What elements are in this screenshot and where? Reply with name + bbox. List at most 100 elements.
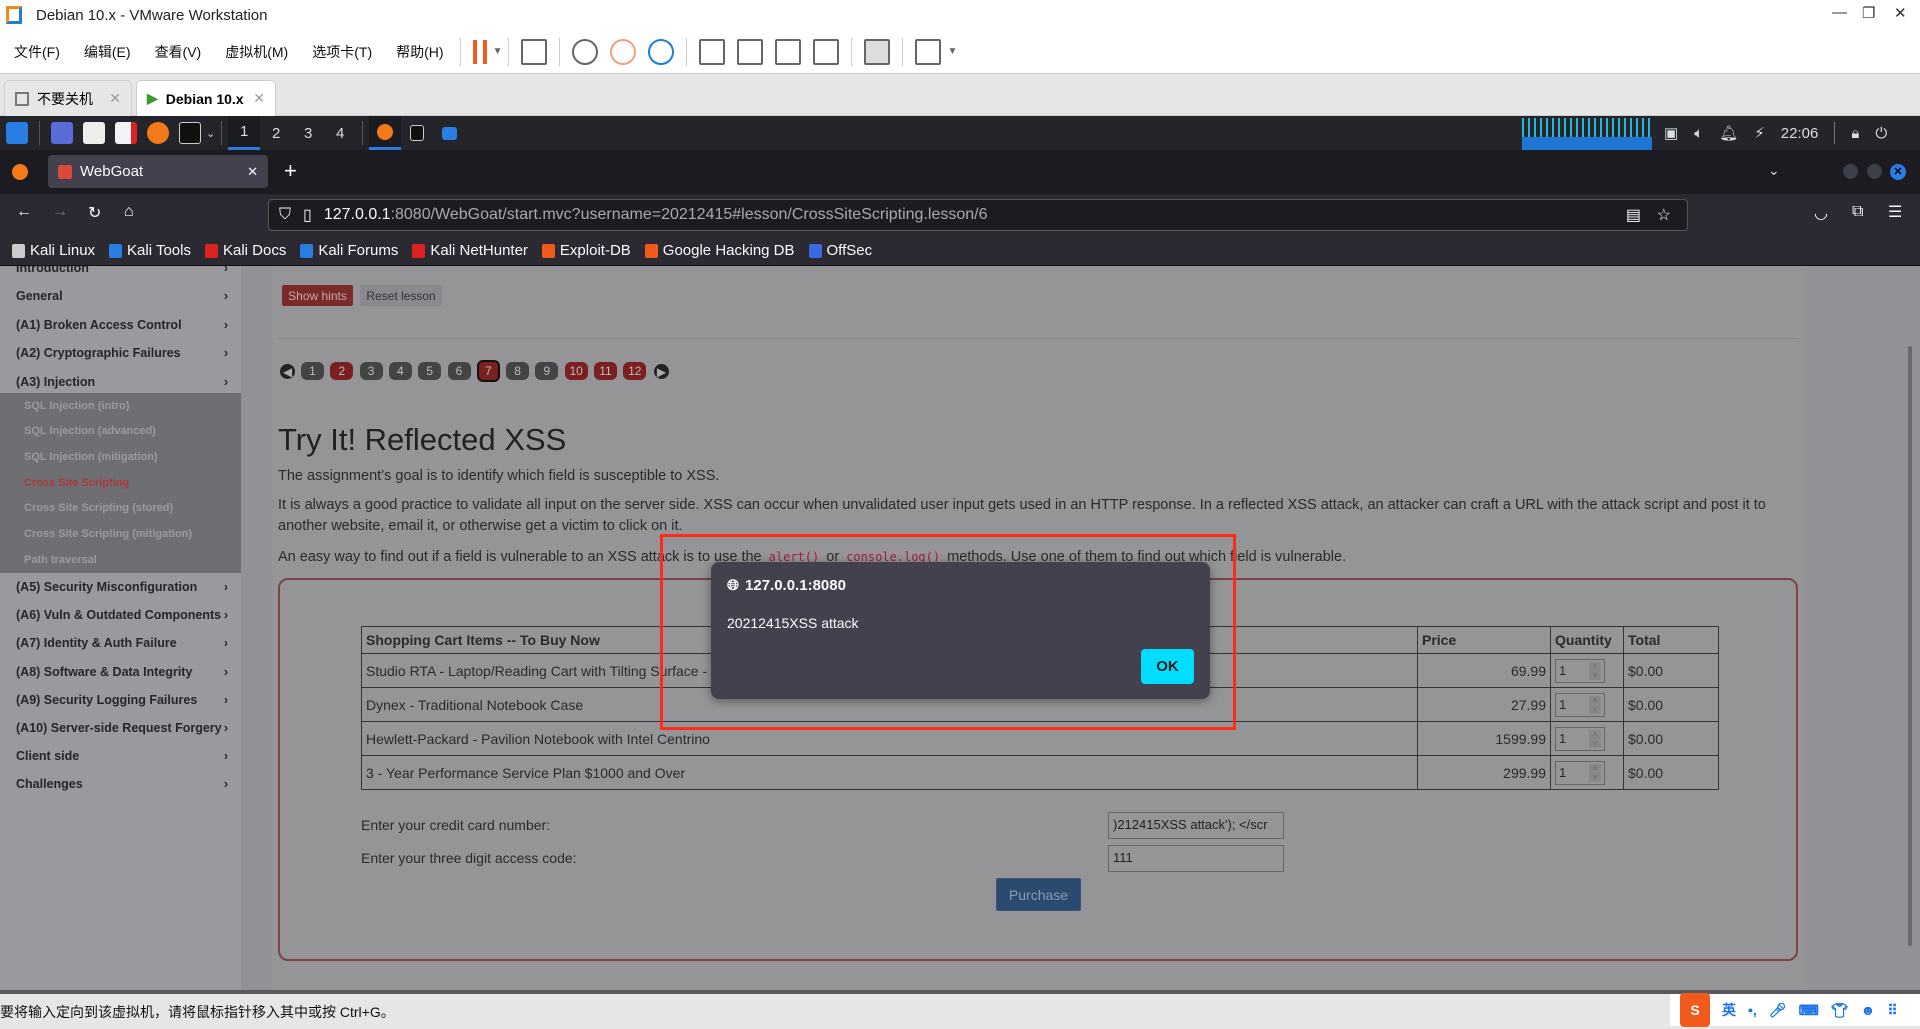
sidebar-category[interactable]: (A7) Identity & Auth Failure › bbox=[16, 629, 228, 657]
extensions-icon[interactable]: ⧉ bbox=[1852, 203, 1863, 221]
bookmark-item[interactable]: Kali Tools bbox=[109, 242, 191, 259]
revert-snapshot-icon[interactable] bbox=[610, 38, 637, 65]
keyboard-icon[interactable]: ⌨ bbox=[1799, 1002, 1819, 1019]
purchase-button[interactable]: Purchase bbox=[996, 878, 1081, 911]
vm-tab-1[interactable]: ▶ Debian 10.x ✕ bbox=[136, 80, 276, 116]
list-all-tabs-icon[interactable]: ⌄ bbox=[1768, 162, 1780, 179]
spinner-arrows-icon[interactable]: ˄ ˅ bbox=[1589, 729, 1601, 748]
bookmark-item[interactable]: OffSec bbox=[808, 242, 872, 259]
text-editor-icon[interactable] bbox=[115, 122, 137, 144]
sidebar-lesson[interactable]: Cross Site Scripting (stored) bbox=[24, 496, 173, 521]
punctuation-icon[interactable]: •, bbox=[1748, 1002, 1757, 1018]
sidebar-lesson[interactable]: SQL Injection (intro) bbox=[24, 393, 130, 418]
page-2-button[interactable]: 2 bbox=[330, 362, 354, 380]
page-scrollbar[interactable] bbox=[1900, 266, 1920, 990]
browser-tab-webgoat[interactable]: WebGoat ✕ bbox=[48, 155, 268, 188]
sidebar-category[interactable]: (A9) Security Logging Failures › bbox=[16, 686, 228, 714]
sidebar-category[interactable]: (A1) Broken Access Control › bbox=[16, 311, 228, 339]
credit-card-input[interactable]: )212415XSS attack'); </scr bbox=[1108, 812, 1284, 839]
power-icon[interactable]: ⚡︎ bbox=[1754, 124, 1765, 142]
notification-bell-icon[interactable]: 🔔︎ bbox=[1719, 124, 1738, 142]
bookmark-item[interactable]: Google Hacking DB bbox=[644, 242, 795, 259]
spinner-arrows-icon[interactable]: ˄ ˅ bbox=[1589, 661, 1601, 680]
menu-edit[interactable]: 编辑(E) bbox=[70, 42, 141, 62]
sidebar-lesson[interactable]: Cross Site Scripting (mitigation) bbox=[24, 522, 192, 547]
sidebar-lesson[interactable]: SQL Injection (advanced) bbox=[24, 419, 156, 444]
fullscreen-icon[interactable] bbox=[775, 38, 802, 65]
next-page-icon[interactable]: ▶ bbox=[654, 364, 669, 379]
menu-tabs[interactable]: 选项卡(T) bbox=[298, 42, 382, 62]
snapshot-icon[interactable] bbox=[572, 38, 599, 65]
taskbar-files[interactable] bbox=[433, 116, 465, 150]
workspace-4[interactable]: 4 bbox=[324, 116, 356, 150]
reset-lesson-button[interactable]: Reset lesson bbox=[360, 285, 442, 306]
close-button[interactable]: ✕ bbox=[1894, 4, 1907, 22]
vm-tab-0[interactable]: 不要关机 ✕ bbox=[4, 80, 132, 116]
bookmark-item[interactable]: Exploit-DB bbox=[541, 242, 631, 259]
reader-view-icon[interactable]: ▤ bbox=[1626, 205, 1641, 225]
home-button[interactable]: ⌂ bbox=[124, 203, 134, 221]
close-tab-icon[interactable]: ✕ bbox=[253, 90, 265, 107]
sidebar-category[interactable]: (A6) Vuln & Outdated Components › bbox=[16, 601, 228, 629]
show-library-icon[interactable] bbox=[699, 38, 726, 65]
menu-vm[interactable]: 虚拟机(M) bbox=[211, 42, 298, 62]
bookmark-item[interactable]: Kali Docs bbox=[204, 242, 286, 259]
quantity-stepper[interactable]: 1 ˄ ˅ bbox=[1555, 658, 1605, 683]
sogou-logo-icon[interactable]: S bbox=[1680, 993, 1710, 1027]
close-tab-icon[interactable]: ✕ bbox=[247, 164, 258, 180]
sidebar-lesson[interactable]: SQL Injection (mitigation) bbox=[24, 444, 158, 469]
stretch-dropdown-icon[interactable]: ▼ bbox=[947, 46, 957, 57]
page-10-button[interactable]: 10 bbox=[564, 362, 588, 380]
file-manager-icon[interactable] bbox=[83, 122, 105, 144]
sidebar-lesson[interactable]: Cross Site Scripting bbox=[24, 470, 129, 495]
maximize-button[interactable]: ❐ bbox=[1862, 4, 1875, 22]
thumbnail-bar-icon[interactable] bbox=[737, 38, 764, 65]
access-code-input[interactable]: 111 bbox=[1108, 845, 1284, 872]
menu-file[interactable]: 文件(F) bbox=[0, 42, 70, 62]
bookmark-item[interactable]: Kali Forums bbox=[300, 242, 398, 259]
page-3-button[interactable]: 3 bbox=[359, 362, 383, 380]
pocket-icon[interactable]: ◡ bbox=[1814, 203, 1828, 223]
bookmark-item[interactable]: Kali NetHunter bbox=[412, 242, 528, 259]
send-ctrl-alt-del-icon[interactable] bbox=[521, 38, 548, 65]
sidebar-category[interactable]: Challenges › bbox=[16, 770, 228, 798]
logout-icon[interactable]: ⏻ bbox=[1875, 125, 1887, 142]
forward-button[interactable]: → bbox=[52, 203, 68, 221]
skin-icon[interactable]: 👕︎ bbox=[1831, 1002, 1849, 1019]
stretch-icon[interactable] bbox=[915, 38, 942, 65]
page-7-button[interactable]: 7 bbox=[476, 360, 500, 382]
quantity-stepper[interactable]: 1 ˄ ˅ bbox=[1555, 760, 1605, 785]
workspace-1[interactable]: 1 bbox=[228, 116, 261, 150]
reload-button[interactable]: ↻ bbox=[88, 203, 101, 223]
window-close-dot[interactable]: ✕ bbox=[1890, 164, 1906, 180]
show-hints-button[interactable]: Show hints bbox=[282, 285, 353, 306]
firefox-icon[interactable] bbox=[147, 122, 169, 144]
workspace-3[interactable]: 3 bbox=[292, 116, 324, 150]
minimize-button[interactable]: — bbox=[1832, 4, 1847, 21]
workspace-2[interactable]: 2 bbox=[260, 116, 292, 150]
console-view-icon[interactable] bbox=[864, 38, 891, 65]
page-9-button[interactable]: 9 bbox=[535, 362, 559, 380]
menu-view[interactable]: 查看(V) bbox=[141, 42, 212, 62]
sidebar-category[interactable]: Client side › bbox=[16, 742, 228, 770]
window-maximize-dot[interactable] bbox=[1867, 164, 1882, 179]
spinner-arrows-icon[interactable]: ˄ ˅ bbox=[1589, 763, 1601, 782]
sidebar-category[interactable]: (A5) Security Misconfiguration › bbox=[16, 573, 228, 601]
page-4-button[interactable]: 4 bbox=[388, 362, 412, 380]
page-8-button[interactable]: 8 bbox=[506, 362, 530, 380]
taskbar-terminal[interactable] bbox=[401, 116, 433, 150]
show-desktop-icon[interactable] bbox=[51, 122, 73, 144]
back-button[interactable]: ← bbox=[16, 203, 32, 221]
microphone-icon[interactable]: 🎤︎ bbox=[1769, 1002, 1787, 1019]
page-6-button[interactable]: 6 bbox=[447, 362, 471, 380]
terminal-icon[interactable] bbox=[179, 122, 201, 144]
bookmark-star-icon[interactable]: ☆ bbox=[1657, 205, 1671, 225]
sidebar-category[interactable]: (A8) Software & Data Integrity › bbox=[16, 658, 228, 686]
ime-language[interactable]: 英 bbox=[1722, 1000, 1736, 1020]
shield-icon[interactable]: ⛉ bbox=[279, 206, 291, 224]
hamburger-menu-icon[interactable]: ☰ bbox=[1888, 202, 1902, 222]
sidebar-category[interactable]: (A10) Server-side Request Forgery › bbox=[16, 714, 228, 742]
firefox-menu-icon[interactable] bbox=[12, 164, 28, 180]
taskbar-firefox[interactable] bbox=[369, 116, 402, 150]
page-icon[interactable]: ▯ bbox=[303, 205, 312, 225]
